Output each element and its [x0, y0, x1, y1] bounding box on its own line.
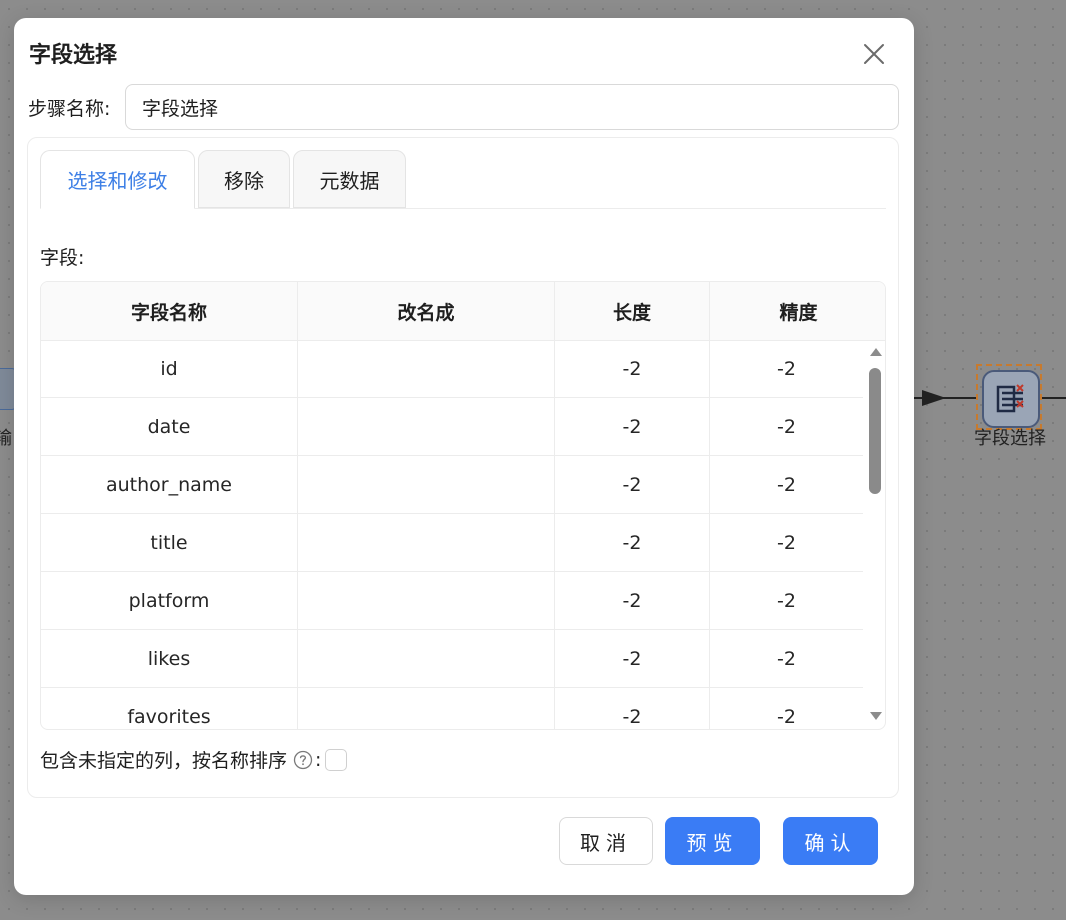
cell-precision[interactable]: -2 [710, 688, 863, 729]
table-body: id -2 -2 date -2 -2 author_name -2 -2 ti… [41, 340, 863, 729]
dialog-title: 字段选择 [29, 43, 118, 68]
cell-rename[interactable] [298, 630, 555, 688]
tab-metadata[interactable]: 元数据 [293, 150, 406, 208]
include-unspecified-label: 包含未指定的列，按名称排序 [40, 750, 288, 772]
scroll-up-icon[interactable] [870, 348, 882, 356]
field-select-dialog: 字段选择 步骤名称: 选择和修改 移除 元数据 字段: 字段名称 改名成 长度 … [14, 18, 914, 895]
cell-length[interactable]: -2 [555, 398, 710, 456]
cell-rename[interactable] [298, 340, 555, 398]
cell-precision[interactable]: -2 [710, 398, 863, 456]
fields-label: 字段: [40, 247, 85, 269]
cell-length[interactable]: -2 [555, 630, 710, 688]
canvas-node-input-label: 输 [0, 428, 12, 449]
scroll-down-icon[interactable] [870, 712, 882, 720]
column-header-length: 长度 [555, 282, 710, 340]
cell-rename[interactable] [298, 456, 555, 514]
tab-remove[interactable]: 移除 [198, 150, 290, 208]
table-row[interactable]: author_name -2 -2 [41, 456, 863, 514]
table-row[interactable]: id -2 -2 [41, 340, 863, 398]
column-header-precision: 精度 [779, 301, 818, 324]
table-scrollbar[interactable] [865, 340, 885, 729]
cell-field-name[interactable]: favorites [41, 688, 298, 729]
scrollbar-thumb[interactable] [869, 368, 881, 494]
include-colon: : [315, 748, 322, 771]
canvas-node-field-select[interactable] [976, 364, 1042, 430]
canvas-edge-arrow-icon [922, 390, 946, 406]
cell-field-name[interactable]: author_name [41, 456, 298, 514]
cell-rename[interactable] [298, 514, 555, 572]
table-row[interactable]: date -2 -2 [41, 398, 863, 456]
cell-length[interactable]: -2 [555, 514, 710, 572]
table-row[interactable]: title -2 -2 [41, 514, 863, 572]
include-unspecified-checkbox[interactable] [325, 748, 348, 771]
table-header: 字段名称 改名成 长度 精度 [41, 282, 885, 341]
tab-bar: 选择和修改 移除 元数据 [40, 150, 886, 209]
column-header-field-name: 字段名称 [41, 282, 298, 340]
close-icon [864, 44, 884, 64]
cell-precision[interactable]: -2 [710, 456, 863, 514]
step-name-input[interactable] [125, 84, 899, 130]
cell-length[interactable]: -2 [555, 688, 710, 729]
table-row[interactable]: platform -2 -2 [41, 572, 863, 630]
cell-field-name[interactable]: title [41, 514, 298, 572]
confirm-button[interactable]: 确认 [783, 817, 878, 865]
cell-rename[interactable] [298, 398, 555, 456]
cell-precision[interactable]: -2 [710, 572, 863, 630]
cell-length[interactable]: -2 [555, 340, 710, 398]
tab-select-and-modify[interactable]: 选择和修改 [40, 150, 195, 209]
cell-precision[interactable]: -2 [710, 340, 863, 398]
step-name-label: 步骤名称: [28, 98, 111, 120]
canvas-node-field-select-label: 字段选择 [974, 428, 1046, 449]
cell-rename[interactable] [298, 572, 555, 630]
column-header-rename: 改名成 [298, 282, 555, 340]
cell-length[interactable]: -2 [555, 456, 710, 514]
cell-precision[interactable]: -2 [710, 514, 863, 572]
cell-field-name[interactable]: likes [41, 630, 298, 688]
fields-table: 字段名称 改名成 长度 精度 id -2 -2 date -2 -2 autho… [40, 281, 886, 730]
canvas-edge-out [1040, 397, 1066, 399]
table-row[interactable]: likes -2 -2 [41, 630, 863, 688]
table-row[interactable]: favorites -2 -2 [41, 688, 863, 729]
content-panel: 选择和修改 移除 元数据 字段: 字段名称 改名成 长度 精度 id -2 -2 [27, 137, 899, 798]
cell-rename[interactable] [298, 688, 555, 729]
help-icon[interactable] [293, 750, 313, 770]
close-button[interactable] [858, 38, 890, 70]
include-unspecified-row: 包含未指定的列，按名称排序 : [40, 746, 348, 773]
cell-field-name[interactable]: id [41, 340, 298, 398]
cell-field-name[interactable]: platform [41, 572, 298, 630]
cancel-button[interactable]: 取消 [559, 817, 653, 865]
field-select-node-icon [982, 370, 1040, 428]
cell-precision[interactable]: -2 [710, 630, 863, 688]
cell-field-name[interactable]: date [41, 398, 298, 456]
cell-length[interactable]: -2 [555, 572, 710, 630]
preview-button[interactable]: 预览 [665, 817, 760, 865]
